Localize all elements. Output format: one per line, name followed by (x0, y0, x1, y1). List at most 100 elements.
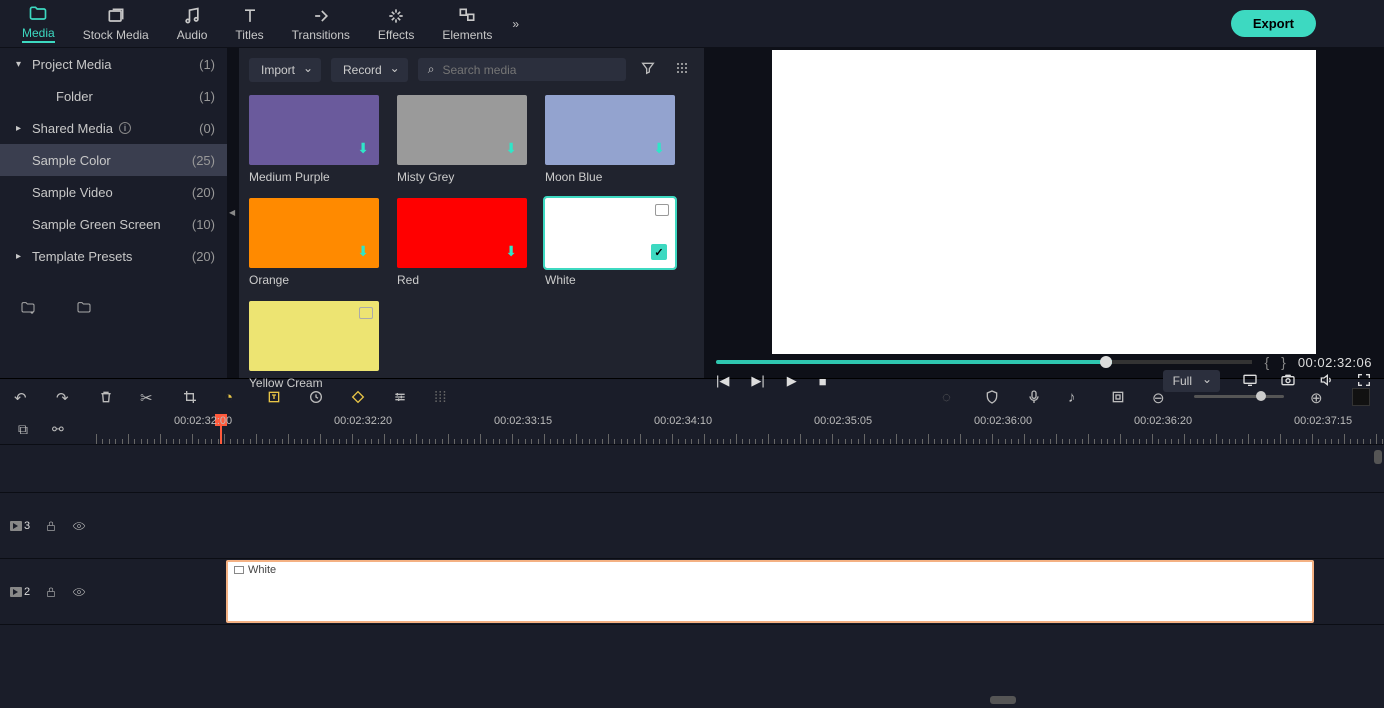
horizontal-scrollbar[interactable] (990, 696, 1016, 704)
swatch-name: Moon Blue (545, 170, 675, 184)
eye-icon[interactable] (72, 585, 86, 599)
sidebar-item[interactable]: Sample Color(25) (0, 144, 227, 176)
swatch-item[interactable]: ⬇Misty Grey (397, 95, 527, 184)
track-body[interactable] (96, 493, 1384, 558)
mark-out-icon[interactable]: } (1281, 354, 1286, 370)
main-row: ▾Project Media(1)Folder(1)▸Shared Media … (0, 48, 1384, 378)
track-head: 2 (0, 559, 96, 624)
zoom-slider[interactable] (1194, 395, 1284, 398)
track-empty[interactable] (0, 624, 1384, 674)
play-icon[interactable]: ▶ (787, 373, 797, 389)
tab-label: Audio (177, 28, 208, 42)
sidebar-item[interactable]: ▾Project Media(1) (0, 48, 227, 80)
import-dropdown[interactable]: Import (249, 58, 321, 82)
tab-label: Transitions (292, 28, 350, 42)
split-icon[interactable]: ✂ (140, 389, 156, 405)
shield-icon[interactable] (984, 389, 1000, 405)
tab-audio[interactable]: Audio (163, 2, 222, 46)
swatch-item[interactable]: ⬇Orange (249, 198, 379, 287)
zoom-in-icon[interactable]: ⊕ (1310, 389, 1326, 405)
lock-icon[interactable] (44, 519, 58, 533)
swatch-name: Red (397, 273, 527, 287)
swatch-item[interactable]: ⬇Moon Blue (545, 95, 675, 184)
snapshot-icon[interactable] (1280, 372, 1296, 391)
shapes-icon (457, 6, 477, 26)
prev-frame-icon[interactable]: |◀ (716, 373, 729, 389)
track-video-2[interactable]: 2 White (0, 558, 1384, 624)
track-head: 3 (0, 493, 96, 558)
mark-in-icon[interactable]: { (1264, 354, 1269, 370)
redo-icon[interactable]: ↷ (56, 389, 72, 405)
search-wrap: ⌕ (418, 58, 626, 81)
music-note-icon (182, 6, 202, 26)
track-body[interactable]: White (96, 559, 1384, 624)
tab-label: Effects (378, 28, 414, 42)
swatch-item[interactable]: ✓White (545, 198, 675, 287)
timeline-clip-white[interactable]: White (226, 560, 1314, 623)
eye-icon[interactable] (72, 519, 86, 533)
clip-label: White (248, 564, 276, 576)
crop-icon[interactable] (182, 389, 198, 405)
sidebar-item[interactable]: Folder(1) (0, 80, 227, 112)
image-stack-icon (106, 6, 126, 26)
tab-media[interactable]: Media (8, 0, 69, 47)
swatch-name: Misty Grey (397, 170, 527, 184)
marker-icon[interactable] (1110, 389, 1126, 405)
audio-wave-icon[interactable]: ⁞⁞⁞ (434, 389, 450, 405)
swatch-item[interactable]: ⬇Red (397, 198, 527, 287)
preview-controls: |◀ ▶| ▶ ■ Full (704, 370, 1384, 392)
tab-titles[interactable]: Titles (221, 2, 277, 46)
lock-icon[interactable] (44, 585, 58, 599)
folder-icon[interactable] (76, 300, 92, 316)
sidebar-item[interactable]: ▸Template Presets(20) (0, 240, 227, 272)
sidebar-item[interactable]: Sample Video(20) (0, 176, 227, 208)
tracks-area: 3 2 White (0, 444, 1384, 706)
record-dropdown[interactable]: Record (331, 58, 408, 82)
undo-icon[interactable]: ↶ (14, 389, 30, 405)
new-folder-icon[interactable] (20, 300, 36, 316)
screen-icon[interactable] (1242, 372, 1258, 391)
timecode: 00:02:32:06 (1298, 355, 1372, 370)
quality-select[interactable]: Full (1163, 370, 1220, 392)
swatch-item[interactable]: Yellow Cream (249, 301, 379, 390)
tab-label: Stock Media (83, 28, 149, 42)
time-ruler[interactable]: 00:02:32:0000:02:32:2000:02:33:1500:02:3… (96, 414, 1384, 444)
tab-effects[interactable]: Effects (364, 2, 428, 46)
search-input[interactable] (442, 63, 616, 77)
mic-icon[interactable] (1026, 389, 1042, 405)
collapse-tracks-icon[interactable]: ⧉ (18, 421, 28, 438)
keyframe-icon[interactable] (350, 389, 366, 405)
track-video-3[interactable]: 3 (0, 492, 1384, 558)
scrub-bar[interactable] (716, 360, 1252, 364)
stop-icon[interactable]: ■ (819, 374, 827, 389)
swatch-grid: ⬇Medium Purple⬇Misty Grey⬇Moon Blue ⬇Oran… (239, 91, 704, 400)
more-tabs-icon[interactable]: » (512, 17, 519, 31)
timeline-view-icon[interactable] (1352, 388, 1370, 406)
media-sidebar: ▾Project Media(1)Folder(1)▸Shared Media … (0, 48, 227, 378)
render-icon[interactable]: ◌ (942, 389, 958, 405)
filter-icon[interactable] (636, 56, 660, 83)
swatch-item[interactable]: ⬇Medium Purple (249, 95, 379, 184)
sidebar-item[interactable]: ▸Shared Media i(0) (0, 112, 227, 144)
swatch-name: White (545, 273, 675, 287)
speed-icon[interactable] (308, 389, 324, 405)
grid-view-icon[interactable] (670, 56, 694, 83)
link-icon[interactable]: ⚯ (52, 421, 64, 438)
tab-stock-media[interactable]: Stock Media (69, 2, 163, 46)
tab-elements[interactable]: Elements (428, 2, 506, 46)
search-icon: ⌕ (428, 62, 435, 77)
next-frame-icon[interactable]: ▶| (751, 373, 764, 389)
export-button[interactable]: Export (1231, 10, 1316, 37)
sidebar-item[interactable]: Sample Green Screen(10) (0, 208, 227, 240)
color-icon[interactable]: ◔ (224, 389, 240, 405)
transition-icon (311, 6, 331, 26)
music-icon[interactable]: ♪ (1068, 389, 1084, 405)
panel-divider[interactable] (227, 48, 239, 378)
tab-label: Titles (235, 28, 263, 42)
sliders-icon[interactable] (392, 389, 408, 405)
preview-content[interactable] (772, 50, 1316, 354)
clip-thumb-icon (234, 566, 244, 574)
tab-transitions[interactable]: Transitions (278, 2, 364, 46)
delete-icon[interactable] (98, 389, 114, 405)
text-tool-icon[interactable] (266, 389, 282, 405)
